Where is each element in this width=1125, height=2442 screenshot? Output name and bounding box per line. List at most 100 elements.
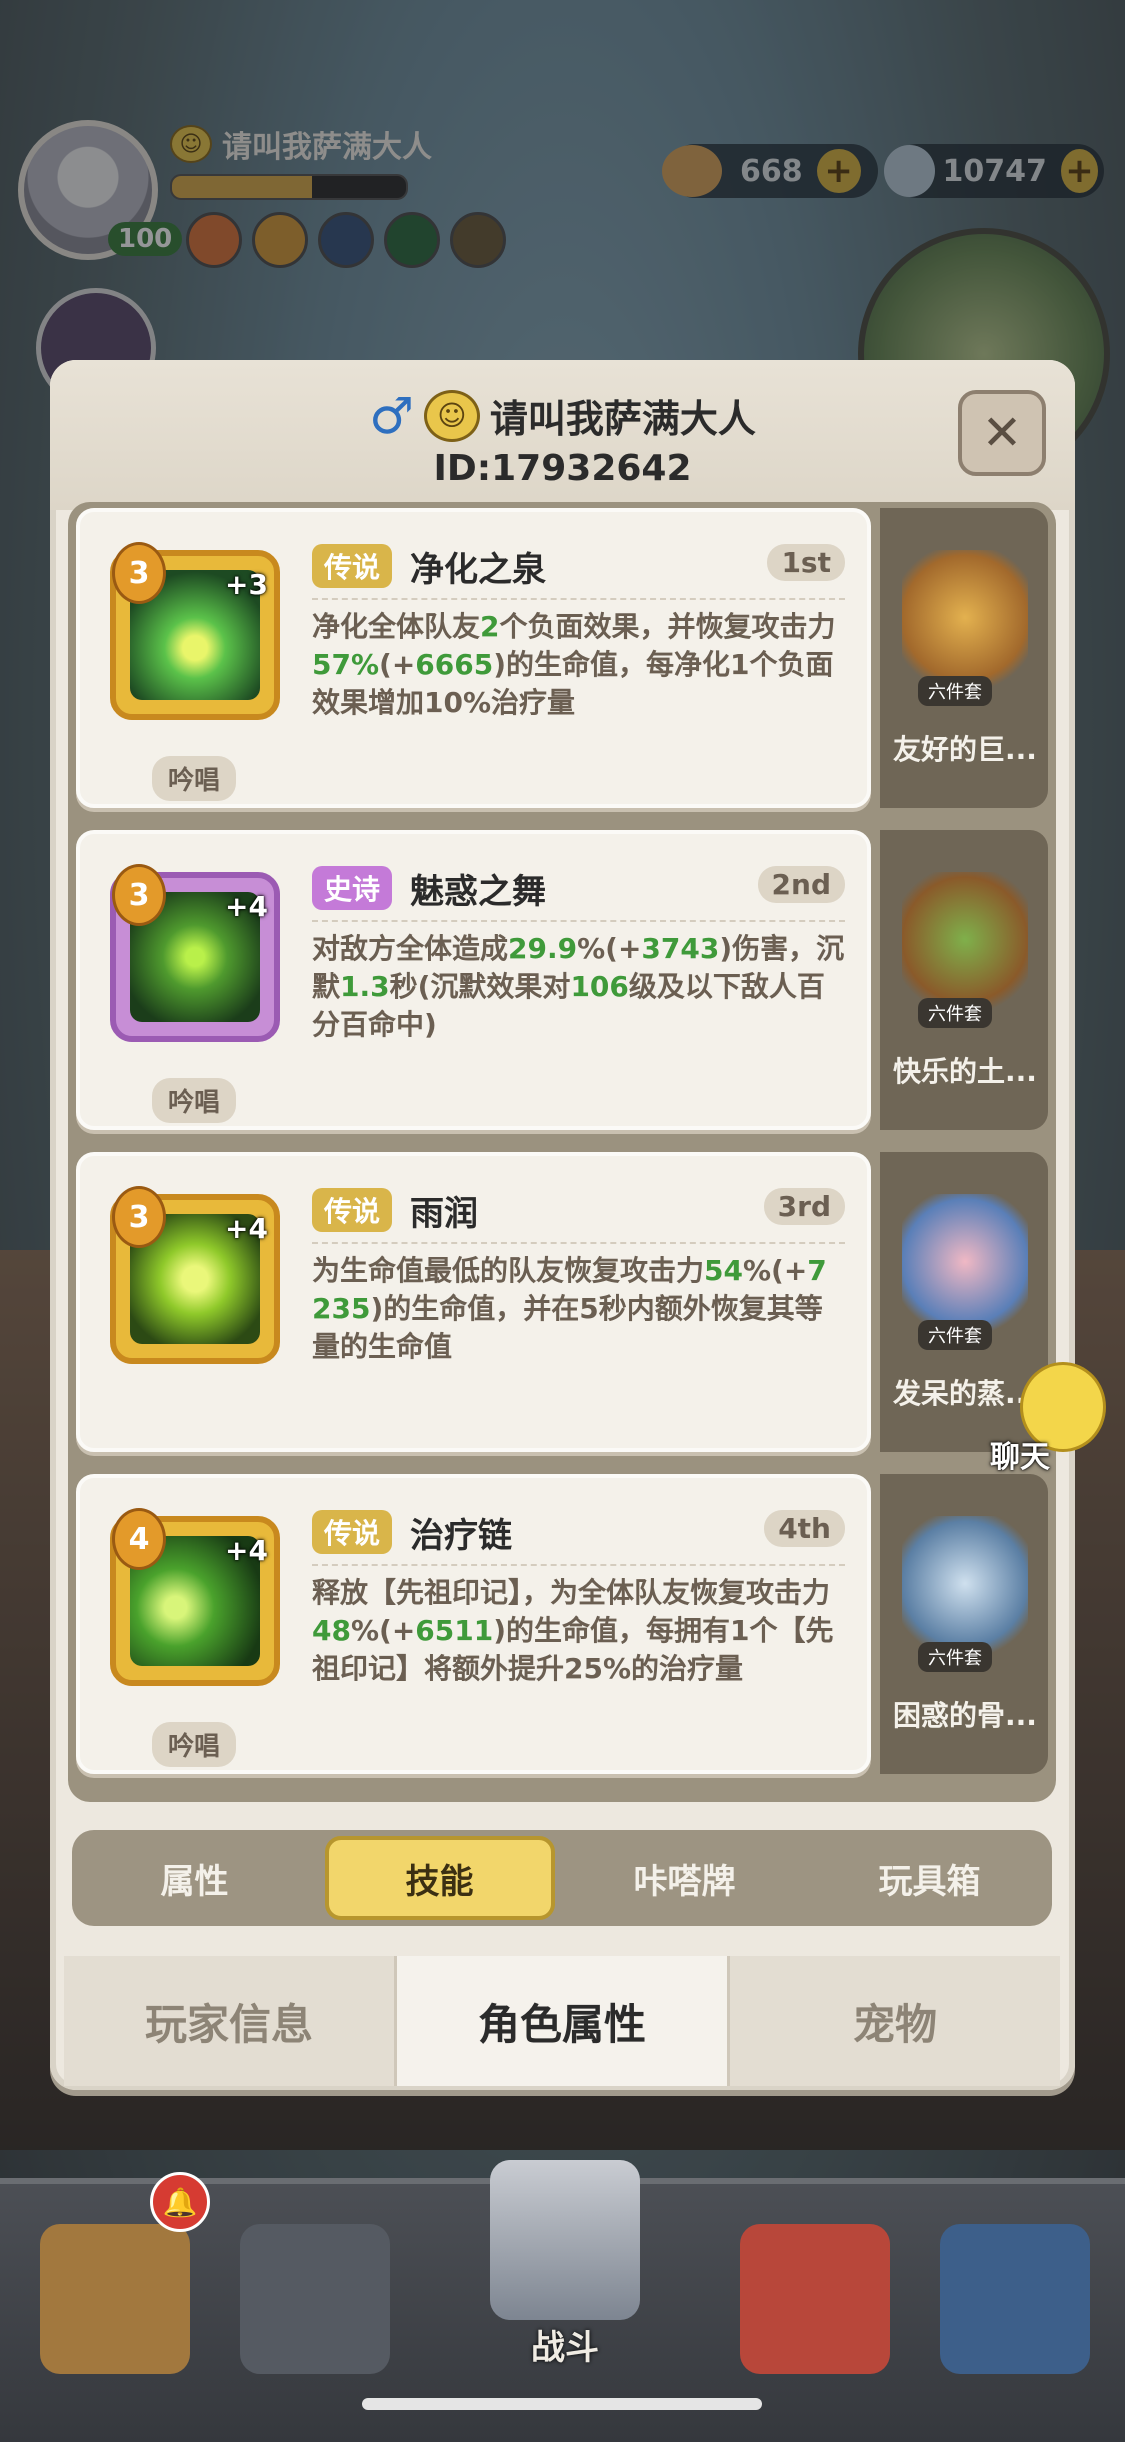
nav-pet-icon[interactable]: [740, 2224, 890, 2374]
desc-value: 1.3: [340, 970, 390, 1003]
skill-icon-frame: 3 +3: [110, 542, 280, 720]
tab-pets[interactable]: 宠物: [730, 1956, 1060, 2086]
desc-text: %(+: [350, 1614, 416, 1647]
tab-skills[interactable]: 技能: [324, 1836, 555, 1920]
skill-name: 净化之泉: [410, 550, 546, 590]
sword-icon: [490, 2160, 640, 2320]
skill-rank: 2nd: [757, 866, 845, 903]
cast-type-tag: 吟唱: [152, 1078, 237, 1123]
desc-text: 对敌方全体造成: [312, 932, 509, 965]
desc-text: 为生命值最低的队友恢复攻击力: [312, 1254, 705, 1287]
chat-button[interactable]: 聊天: [990, 1362, 1106, 1475]
skill-rank: 1st: [767, 544, 845, 581]
desc-text: %(+: [577, 932, 642, 965]
divider: [312, 1564, 845, 1566]
desc-text: %(+: [742, 1254, 808, 1287]
skill-row[interactable]: 4 +4 吟唱 传说 治疗链 4th 释放【先祖印记】，为全体队友恢复攻击力 48…: [68, 1468, 1056, 1780]
home-indicator: [362, 2398, 762, 2410]
skill-name: 治疗链: [410, 1516, 512, 1556]
tab-player-info[interactable]: 玩家信息: [64, 1956, 394, 2086]
desc-value: 57%: [312, 648, 380, 681]
notification-bell-icon: 🔔: [150, 2172, 210, 2232]
title-icon: ☺: [423, 389, 480, 442]
skill-card[interactable]: 3 +4 传说 雨润 3rd 为生命值最低的队友恢复攻击力54%(+7235)的…: [76, 1152, 871, 1452]
skill-card[interactable]: 3 +3 吟唱 传说 净化之泉 1st 净化全体队友2个负面效果，并恢复攻击力 5…: [76, 508, 871, 808]
rarity-tag: 传说: [312, 1510, 393, 1554]
close-button[interactable]: ✕: [958, 390, 1046, 476]
desc-text: 秒(沉默效果对: [389, 970, 571, 1003]
skill-description: 对敌方全体造成29.9%(+3743)伤害，沉默1.3秒(沉默效果对106级及以…: [312, 930, 845, 1044]
set-name: 快乐的土...: [893, 1055, 1037, 1088]
cast-type-tag: 吟唱: [152, 1722, 237, 1767]
set-tag: 六件套: [918, 998, 992, 1028]
player-profile-panel: ♂ ☺ 请叫我萨满大人 ID:17932642 ✕ 3 +3 吟唱 传说 净化之…: [50, 360, 1075, 2090]
skill-plus: +4: [225, 1212, 268, 1245]
chat-label: 聊天: [990, 1440, 1050, 1475]
skill-description: 释放【先祖印记】，为全体队友恢复攻击力48%(+6511)的生命值，每拥有1个【…: [312, 1574, 845, 1688]
desc-value: 106: [570, 970, 629, 1003]
skill-rank: 3rd: [763, 1188, 845, 1225]
skill-card[interactable]: 3 +4 吟唱 史诗 魅惑之舞 2nd 对敌方全体造成29.9%(+3743)伤…: [76, 830, 871, 1130]
skill-rank: 4th: [764, 1510, 845, 1547]
equipment-set-card[interactable]: 六件套 快乐的土...: [880, 830, 1048, 1130]
nav-character-icon[interactable]: [40, 2224, 190, 2374]
desc-text: )的生命值，并在5秒内额外恢复其等量的生命值: [312, 1292, 823, 1363]
skill-card[interactable]: 4 +4 吟唱 传说 治疗链 4th 释放【先祖印记】，为全体队友恢复攻击力 48…: [76, 1474, 871, 1774]
skill-description: 净化全体队友2个负面效果，并恢复攻击力57%(+6665)的生命值，每净化1个负…: [312, 608, 845, 722]
panel-header: ♂ ☺ 请叫我萨满大人 ID:17932642 ✕: [50, 360, 1075, 510]
skill-icon-frame: 3 +4: [110, 1186, 280, 1364]
title-row: ♂ ☺ 请叫我萨满大人: [50, 388, 1075, 443]
skill-plus: +4: [225, 890, 268, 923]
player-id: ID:17932642: [433, 448, 692, 489]
set-tag: 六件套: [918, 1642, 992, 1672]
divider: [312, 1242, 845, 1244]
divider: [312, 920, 845, 922]
equipment-set-card[interactable]: 六件套 困惑的骨...: [880, 1474, 1048, 1774]
skill-name: 雨润: [410, 1194, 478, 1234]
set-tag: 六件套: [918, 1320, 992, 1350]
equipment-set-card[interactable]: 六件套 友好的巨...: [880, 508, 1048, 808]
panel-player-name: 请叫我萨满大人: [489, 397, 756, 441]
skill-name: 魅惑之舞: [410, 872, 546, 912]
tab-attributes[interactable]: 属性: [80, 1836, 310, 1920]
nav-battle-button[interactable]: 战斗: [420, 2150, 710, 2390]
desc-value: 48: [312, 1614, 351, 1647]
desc-text: 净化全体队友: [312, 610, 481, 643]
skill-description: 为生命值最低的队友恢复攻击力54%(+7235)的生命值，并在5秒内额外恢复其等…: [312, 1252, 845, 1366]
desc-value: 2: [480, 610, 500, 643]
male-icon: ♂: [369, 386, 414, 445]
skill-row[interactable]: 3 +4 传说 雨润 3rd 为生命值最低的队友恢复攻击力54%(+7235)的…: [68, 1146, 1056, 1458]
rarity-tag: 史诗: [312, 866, 393, 910]
desc-value: 54: [704, 1254, 743, 1287]
rarity-tag: 传说: [312, 544, 393, 588]
skill-level: 3: [112, 542, 166, 604]
nav-hero-icon[interactable]: [240, 2224, 390, 2374]
battle-label: 战斗: [531, 2328, 599, 2368]
skill-icon-frame: 4 +4: [110, 1508, 280, 1686]
skill-level: 3: [112, 1186, 166, 1248]
rarity-tag: 传说: [312, 1188, 393, 1232]
tab-kada-cards[interactable]: 咔嗒牌: [570, 1836, 800, 1920]
cast-type-tag: 吟唱: [152, 756, 237, 801]
skill-level: 3: [112, 864, 166, 926]
set-name: 困惑的骨...: [893, 1699, 1037, 1732]
skill-plus: +4: [225, 1534, 268, 1567]
tab-character-attributes[interactable]: 角色属性: [394, 1956, 730, 2086]
skill-plus: +3: [225, 568, 268, 601]
skill-row[interactable]: 3 +3 吟唱 传说 净化之泉 1st 净化全体队友2个负面效果，并恢复攻击力 5…: [68, 502, 1056, 814]
tab-toybox[interactable]: 玩具箱: [815, 1836, 1045, 1920]
nav-guild-icon[interactable]: [940, 2224, 1090, 2374]
skill-row[interactable]: 3 +4 吟唱 史诗 魅惑之舞 2nd 对敌方全体造成29.9%(+3743)伤…: [68, 824, 1056, 1136]
desc-text: 释放【先祖印记】，为全体队友恢复攻击力: [312, 1576, 831, 1609]
divider: [312, 598, 845, 600]
desc-value: 6511: [415, 1614, 494, 1647]
set-name: 友好的巨...: [893, 733, 1037, 766]
main-tab-bar: 玩家信息 角色属性 宠物: [64, 1956, 1060, 2086]
desc-text: 个负面效果，并恢复攻击力: [499, 610, 836, 643]
sub-tab-bar: 属性 技能 咔嗒牌 玩具箱: [72, 1830, 1052, 1926]
desc-value: 3743: [641, 932, 720, 965]
desc-value: 29.9: [508, 932, 578, 965]
desc-value: 6665: [415, 648, 494, 681]
skill-icon-frame: 3 +4: [110, 864, 280, 1042]
skill-level: 4: [112, 1508, 166, 1570]
